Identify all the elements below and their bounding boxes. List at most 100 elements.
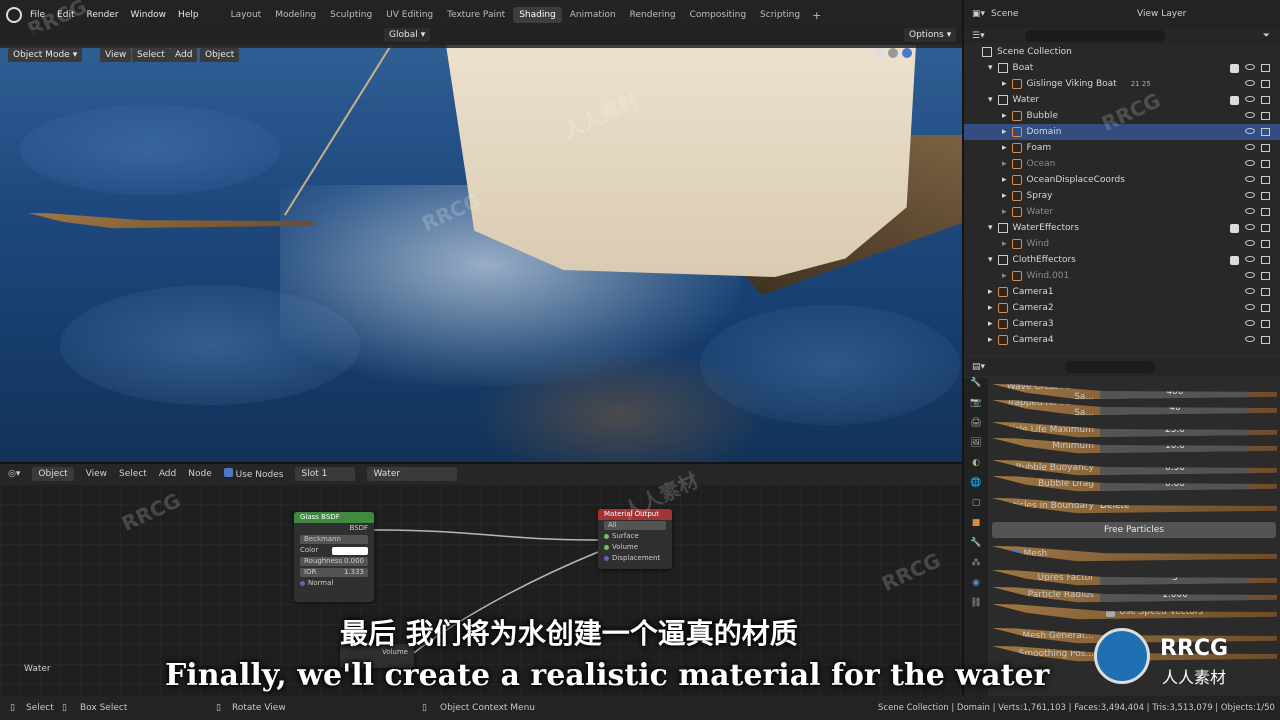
eye-icon[interactable]	[1245, 304, 1255, 310]
wireframe-shading-icon[interactable]	[860, 48, 870, 58]
camera-render-icon[interactable]	[1261, 144, 1270, 152]
exclude-checkbox[interactable]	[1230, 255, 1239, 265]
rendered-shading-icon[interactable]	[902, 48, 912, 58]
property-value[interactable]: 400	[1100, 384, 1250, 400]
camera-render-icon[interactable]	[1261, 223, 1270, 232]
property-value[interactable]: Delete	[1100, 499, 1250, 514]
tool-tab-icon[interactable]: 🔧	[964, 378, 988, 398]
menu-window[interactable]: Window	[131, 10, 167, 20]
eye-icon[interactable]	[1245, 80, 1255, 86]
chevron-right-icon[interactable]: ▸	[1002, 271, 1007, 281]
view-layer-tab-icon[interactable]: 🖼	[964, 438, 988, 458]
camera-render-icon[interactable]	[1261, 304, 1270, 312]
select-menu[interactable]: Select	[132, 48, 170, 62]
property-value[interactable]: 3	[1100, 570, 1250, 586]
tab-shading[interactable]: Shading	[513, 7, 562, 23]
eye-icon[interactable]	[1245, 336, 1255, 342]
target-row[interactable]: All	[598, 520, 672, 531]
eye-icon[interactable]	[1245, 95, 1255, 102]
camera-render-icon[interactable]	[1261, 272, 1270, 280]
distribution-dropdown[interactable]: Beckmann	[300, 535, 368, 544]
mesh-checkbox[interactable]	[1010, 549, 1020, 559]
free-particles-button[interactable]: Free Particles	[992, 522, 1276, 538]
tab-animation[interactable]: Animation	[564, 7, 622, 23]
outliner-row[interactable]: ▸ Ocean	[964, 156, 1280, 172]
chevron-right-icon[interactable]: ▸	[1002, 191, 1007, 201]
property-value[interactable]: 1.000	[1100, 587, 1250, 603]
mesh-section-header[interactable]: ▾ Mesh	[992, 546, 1277, 562]
camera-render-icon[interactable]	[1261, 208, 1270, 216]
camera-render-icon[interactable]	[1261, 336, 1270, 344]
outliner-row[interactable]: ▾ ClothEffectors	[964, 252, 1280, 268]
outliner-row[interactable]: ▾ Boat	[964, 60, 1280, 76]
eye-icon[interactable]	[1245, 192, 1255, 198]
view-menu[interactable]: View	[86, 469, 107, 479]
particles-tab-icon[interactable]: ⁂	[964, 558, 988, 578]
tab-compositing[interactable]: Compositing	[684, 7, 752, 23]
world-tab-icon[interactable]: 🌐	[964, 478, 988, 498]
tab-layout[interactable]: Layout	[225, 7, 268, 23]
property-value[interactable]: 0.50	[1100, 460, 1250, 476]
tab-rendering[interactable]: Rendering	[624, 7, 682, 23]
mesh-property-row[interactable]: Upres Factor 3	[992, 570, 1277, 586]
chevron-right-icon[interactable]: ▸	[1002, 111, 1007, 121]
camera-render-icon[interactable]	[1261, 192, 1270, 200]
eye-icon[interactable]	[1245, 160, 1255, 166]
tab-uv-editing[interactable]: UV Editing	[380, 7, 439, 23]
chevron-right-icon[interactable]: ▸	[1002, 143, 1007, 153]
eye-icon[interactable]	[1245, 112, 1255, 118]
camera-render-icon[interactable]	[1261, 240, 1270, 248]
chevron-right-icon[interactable]: ▸	[1002, 207, 1007, 217]
property-row[interactable]: Wave Crest Particle Sa... 400	[992, 384, 1277, 400]
color-row[interactable]: Color	[294, 545, 374, 556]
menu-file[interactable]: File	[30, 10, 45, 20]
outliner-row[interactable]: ▸ Camera3	[964, 316, 1280, 332]
outliner-row[interactable]: ▸ Gislinge Viking Boat 21 25	[964, 76, 1280, 92]
chevron-right-icon[interactable]: ▸	[1002, 175, 1007, 185]
camera-render-icon[interactable]	[1261, 128, 1270, 136]
collection-tab-icon[interactable]: ▢	[964, 498, 988, 518]
chevron-right-icon[interactable]: ▸	[988, 335, 993, 345]
camera-render-icon[interactable]	[1261, 255, 1270, 264]
camera-render-icon[interactable]	[1261, 160, 1270, 168]
property-row[interactable]: Trapped Air Particle Sa... 40	[992, 400, 1277, 416]
outliner-row[interactable]: ▾ WaterEffectors	[964, 220, 1280, 236]
node-menu[interactable]: Node	[188, 469, 212, 479]
outliner-row[interactable]: ▾ Water	[964, 92, 1280, 108]
outliner-row[interactable]: ▸ Water	[964, 204, 1280, 220]
camera-render-icon[interactable]	[1261, 95, 1270, 104]
mesh-property-row[interactable]: Particle Radius 1.000	[992, 587, 1277, 603]
outliner-type-icon[interactable]: ☰▾	[972, 31, 985, 41]
material-shading-icon[interactable]	[888, 48, 898, 58]
physics-tab-icon[interactable]: ◉	[964, 578, 988, 598]
constraints-tab-icon[interactable]: ⛓	[964, 598, 988, 618]
scene-selector[interactable]: Scene	[991, 9, 1091, 19]
use-speed-vectors-row[interactable]: Use Speed Vectors	[992, 604, 1277, 620]
menu-help[interactable]: Help	[178, 10, 199, 20]
camera-render-icon[interactable]	[1261, 63, 1270, 72]
outliner-row[interactable]: ▸ Camera4	[964, 332, 1280, 348]
chevron-right-icon[interactable]: ▸	[1002, 159, 1007, 169]
property-value[interactable]: 0.60	[1100, 476, 1250, 492]
solid-shading-icon[interactable]	[874, 48, 884, 58]
camera-render-icon[interactable]	[1261, 112, 1270, 120]
eye-icon[interactable]	[1245, 272, 1255, 278]
blender-logo-icon[interactable]	[6, 7, 22, 23]
chevron-right-icon[interactable]: ▸	[1002, 239, 1007, 249]
eye-icon[interactable]	[1245, 240, 1255, 246]
eye-icon[interactable]	[1245, 223, 1255, 230]
editor-type-icon[interactable]: ◎▾	[8, 469, 20, 479]
outliner-row[interactable]: ▸ Spray	[964, 188, 1280, 204]
chevron-right-icon[interactable]: ▸	[1002, 79, 1007, 89]
eye-icon[interactable]	[1245, 128, 1255, 134]
eye-icon[interactable]	[1245, 320, 1255, 326]
material-selector[interactable]: Water	[367, 467, 458, 481]
object-menu[interactable]: Object	[200, 48, 240, 62]
chevron-down-icon[interactable]: ▾	[988, 63, 993, 73]
material-output-node[interactable]: Material Output All Surface Volume Displ…	[598, 509, 672, 569]
outliner-row[interactable]: ▸ Bubble	[964, 108, 1280, 124]
outliner-row[interactable]: ▸ Camera1	[964, 284, 1280, 300]
add-menu[interactable]: Add	[159, 469, 176, 479]
camera-render-icon[interactable]	[1261, 176, 1270, 184]
view-menu[interactable]: View	[100, 48, 132, 62]
